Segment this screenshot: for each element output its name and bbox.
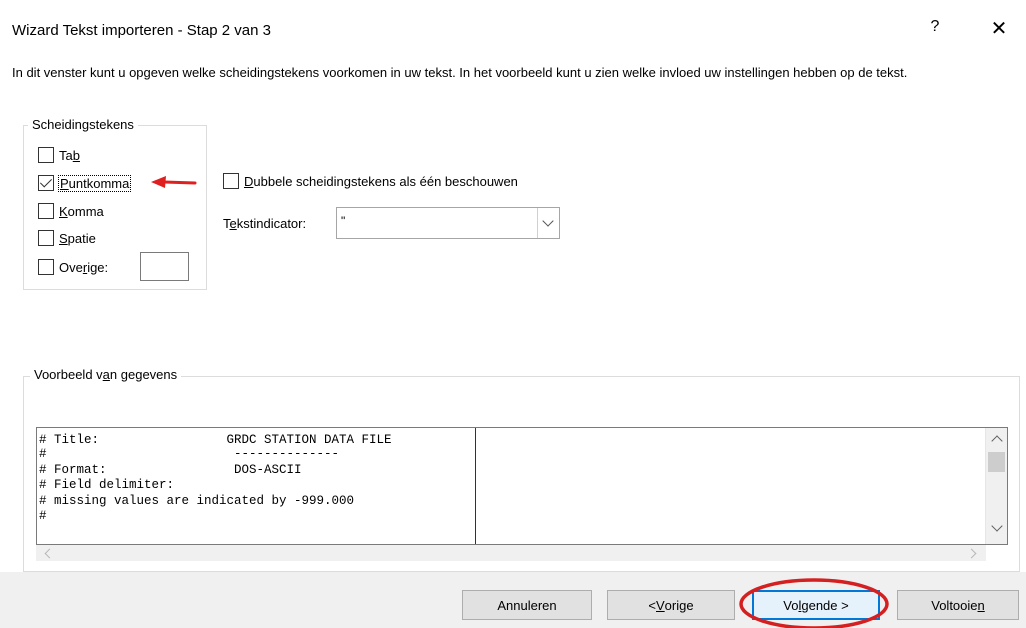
other-checkbox[interactable] bbox=[38, 259, 54, 275]
chevron-down-icon bbox=[542, 215, 554, 227]
other-label: Overige: bbox=[59, 259, 109, 275]
preview-line: # Title: GRDC STATION DATA FILE bbox=[39, 433, 392, 447]
consecutive-checkbox[interactable] bbox=[223, 173, 239, 189]
preview-column-1[interactable]: # Title: GRDC STATION DATA FILE # ------… bbox=[37, 428, 476, 544]
help-button[interactable]: ? bbox=[922, 18, 948, 36]
space-option[interactable]: Spatie bbox=[38, 228, 96, 248]
consecutive-label: Dubbele scheidingstekens als één beschou… bbox=[244, 173, 518, 189]
other-delimiter-input[interactable] bbox=[140, 252, 189, 281]
preview-line: # Format: DOS-ASCII bbox=[39, 463, 302, 477]
cancel-button[interactable]: Annuleren bbox=[462, 590, 592, 620]
consecutive-option[interactable]: Dubbele scheidingstekens als één beschou… bbox=[223, 171, 518, 191]
comma-label: Komma bbox=[59, 203, 104, 219]
comma-checkbox[interactable] bbox=[38, 203, 54, 219]
preview-legend: Voorbeeld van gegevens bbox=[30, 367, 182, 382]
preview-line: # -------------- bbox=[39, 447, 340, 461]
scroll-left-icon[interactable] bbox=[44, 548, 55, 559]
other-option[interactable]: Overige: bbox=[38, 257, 108, 277]
text-qualifier-select[interactable]: " bbox=[336, 207, 560, 239]
wizard-description: In dit venster kunt u opgeven welke sche… bbox=[12, 65, 908, 80]
preview-line: # missing values are indicated by -999.0… bbox=[39, 494, 355, 508]
back-button[interactable]: < Vorige bbox=[607, 590, 735, 620]
preview-line: # bbox=[39, 509, 47, 523]
red-arrow-annotation bbox=[151, 176, 197, 188]
tab-checkbox[interactable] bbox=[38, 147, 54, 163]
preview-vertical-scrollbar[interactable] bbox=[985, 428, 1007, 544]
close-button[interactable]: ✕ bbox=[984, 16, 1014, 41]
semicolon-option[interactable]: Puntkomma bbox=[38, 173, 132, 193]
tab-label: Tab bbox=[59, 147, 80, 163]
semicolon-label: Puntkomma bbox=[57, 174, 132, 192]
window-title: Wizard Tekst importeren - Stap 2 van 3 bbox=[12, 22, 271, 39]
space-checkbox[interactable] bbox=[38, 230, 54, 246]
preview-line: # Field delimiter: bbox=[39, 478, 175, 492]
scrollbar-thumb[interactable] bbox=[988, 452, 1005, 472]
text-qualifier-value: " bbox=[341, 214, 346, 228]
scroll-down-icon[interactable] bbox=[991, 520, 1003, 532]
comma-option[interactable]: Komma bbox=[38, 201, 104, 221]
semicolon-checkbox[interactable] bbox=[38, 175, 54, 191]
data-preview[interactable]: # Title: GRDC STATION DATA FILE # ------… bbox=[36, 427, 1008, 545]
space-label: Spatie bbox=[59, 230, 96, 246]
preview-horizontal-scrollbar[interactable] bbox=[36, 545, 986, 561]
scroll-up-icon[interactable] bbox=[991, 435, 1003, 447]
dropdown-button[interactable] bbox=[537, 208, 559, 238]
tab-option[interactable]: Tab bbox=[38, 145, 80, 165]
delimiters-legend: Scheidingstekens bbox=[28, 117, 138, 132]
red-circle-annotation bbox=[739, 578, 889, 628]
text-qualifier-label: Tekstindicator: bbox=[223, 216, 307, 231]
scroll-right-icon[interactable] bbox=[966, 548, 977, 559]
finish-button[interactable]: Voltooie n bbox=[897, 590, 1019, 620]
